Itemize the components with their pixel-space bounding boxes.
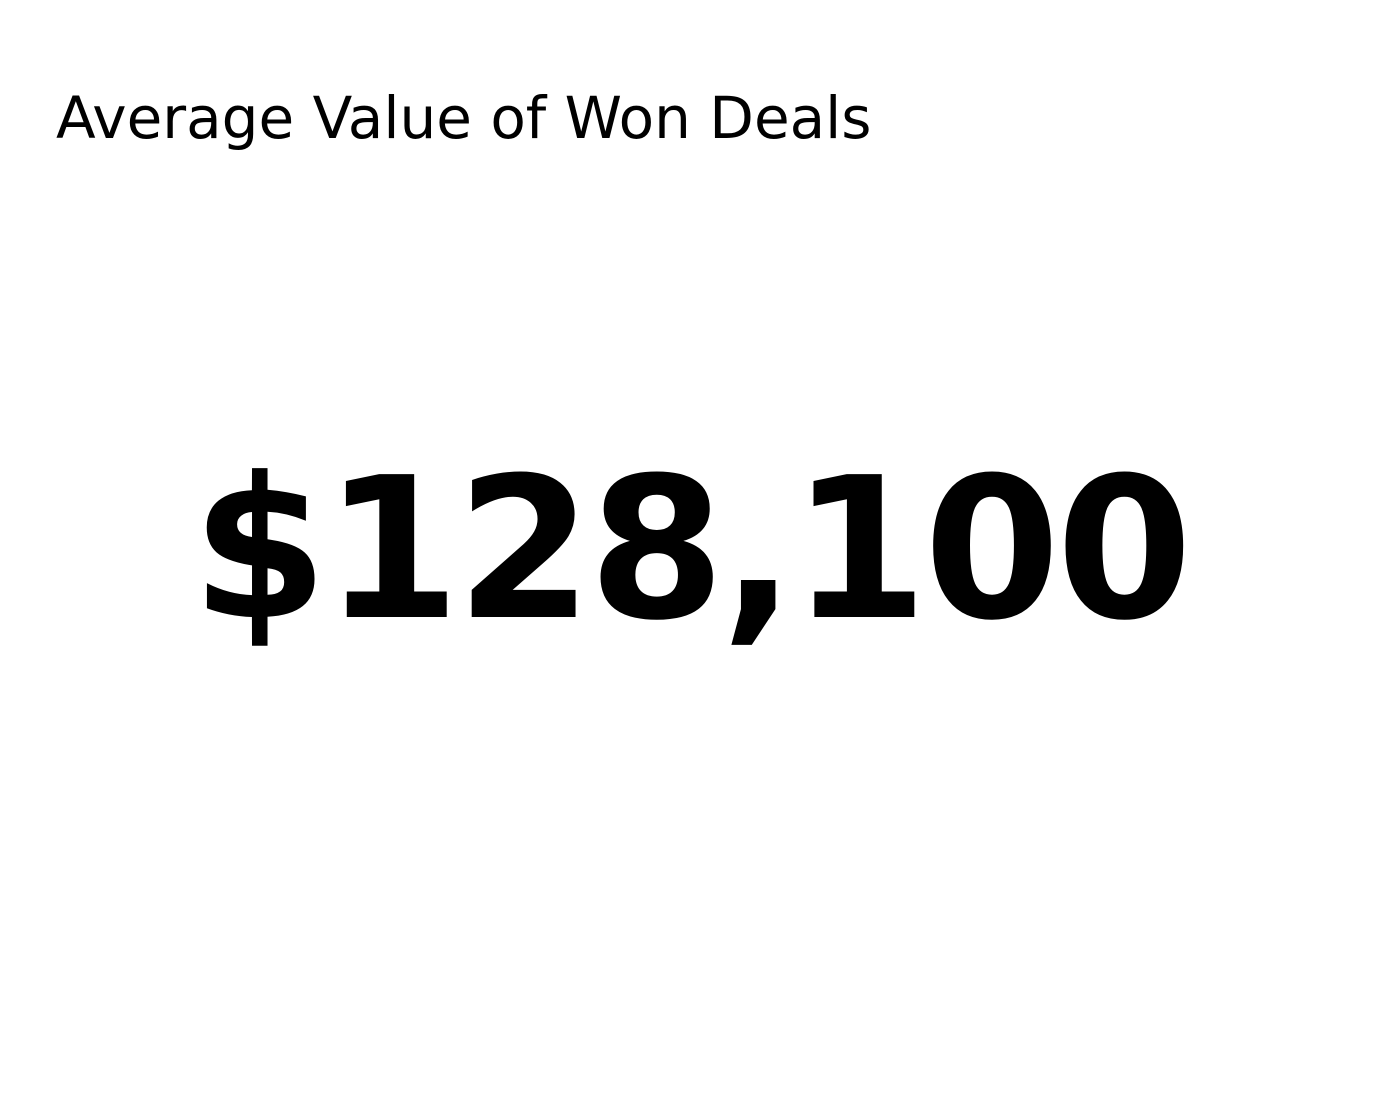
metric-value: $128,100	[191, 436, 1192, 664]
metric-title: Average Value of Won Deals	[56, 84, 872, 152]
metric-card: Average Value of Won Deals $128,100	[0, 0, 1390, 1102]
